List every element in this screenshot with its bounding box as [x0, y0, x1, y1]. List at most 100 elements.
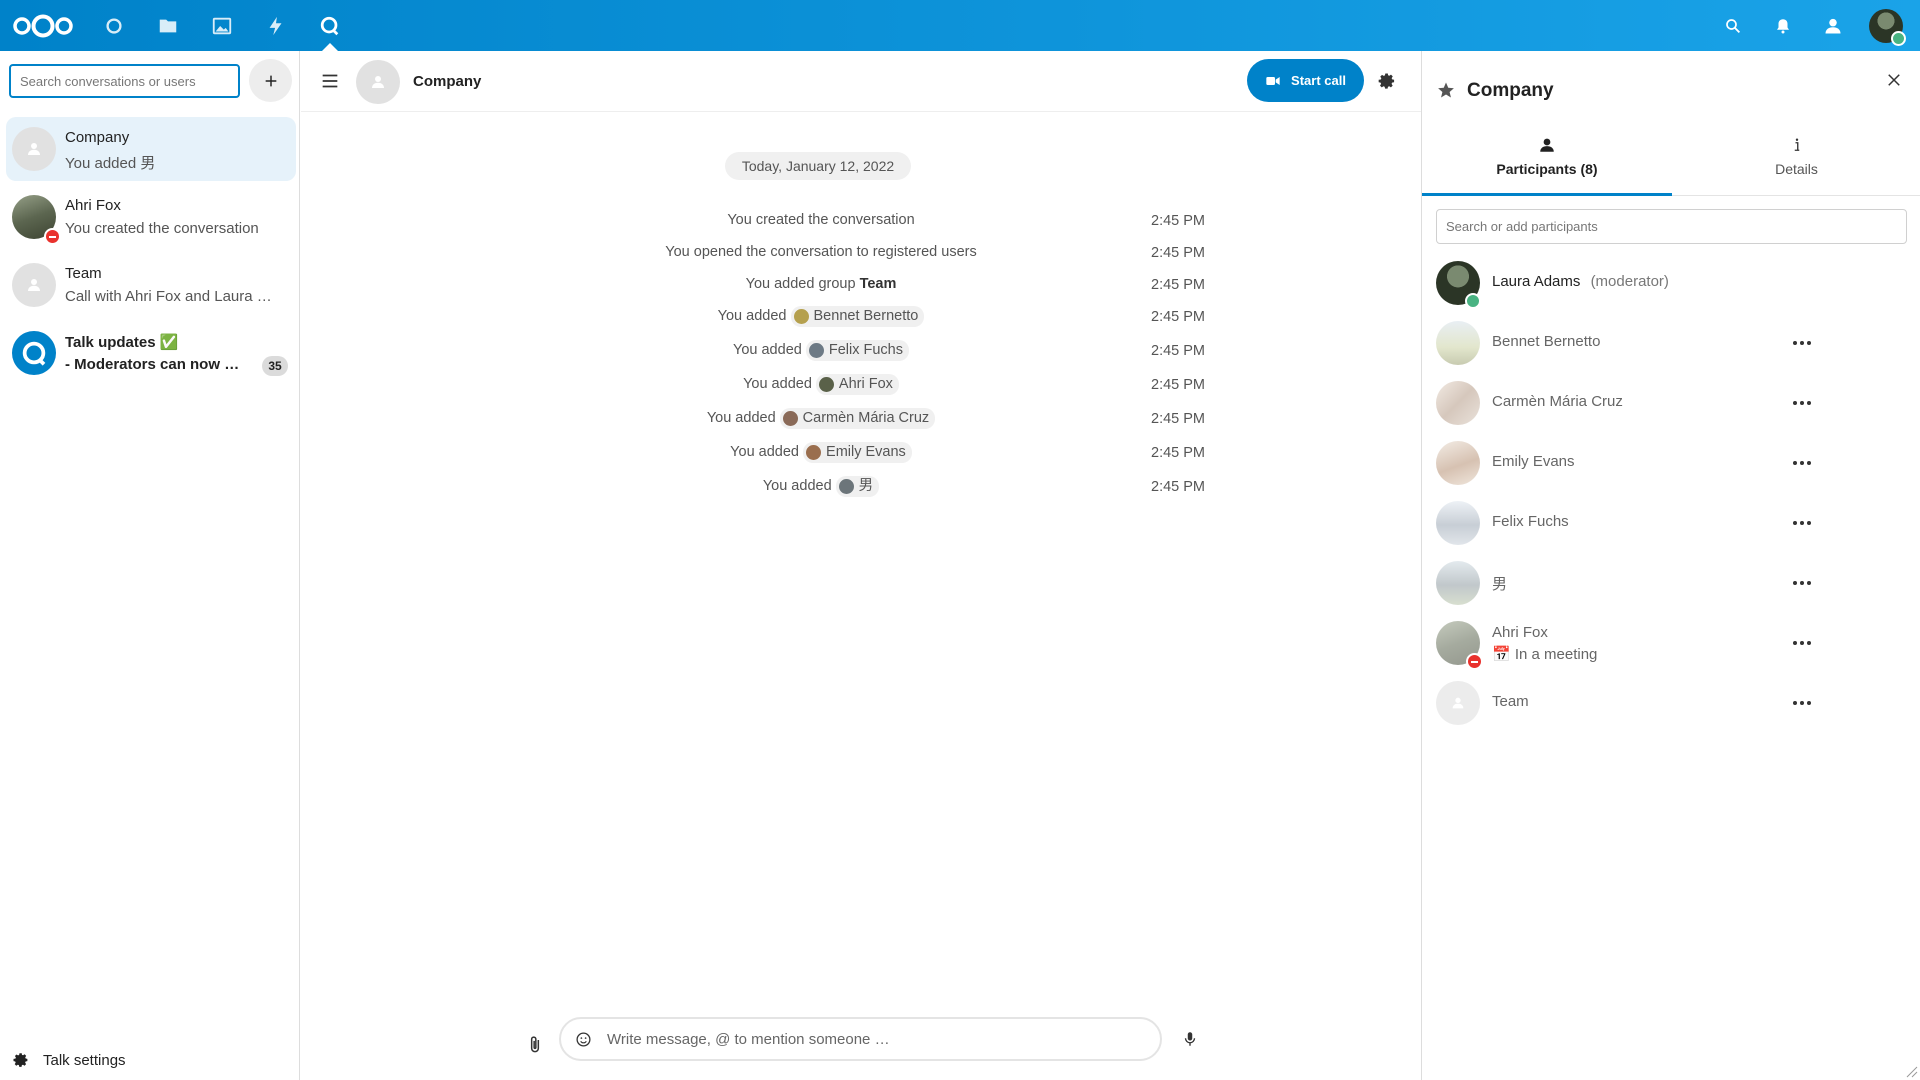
- mention-avatar: [818, 376, 834, 392]
- new-conversation-button[interactable]: [249, 59, 292, 102]
- mention-avatar: [806, 444, 822, 460]
- nextcloud-logo[interactable]: [12, 0, 74, 51]
- more-options-icon[interactable]: [1792, 396, 1812, 410]
- group-icon: [28, 279, 40, 291]
- participant-role: (moderator): [1590, 273, 1669, 290]
- tab-details[interactable]: Details: [1672, 136, 1920, 196]
- group-avatar: [12, 127, 56, 171]
- participant-item[interactable]: Carmèn Mária Cruz: [1422, 374, 1920, 434]
- more-options-icon[interactable]: [1792, 576, 1812, 590]
- search-icon[interactable]: [1720, 0, 1746, 51]
- participant-name: Ahri Fox: [1492, 624, 1548, 641]
- user-avatar[interactable]: [1868, 0, 1906, 51]
- participant-name: Carmèn Mária Cruz: [1492, 393, 1623, 410]
- conversation-list-panel: Company You added 男 Ahri Fox You created…: [0, 51, 300, 1080]
- conversation-name: Talk updates ✅: [65, 334, 179, 351]
- dashboard-icon[interactable]: [100, 0, 128, 51]
- user-mention-chip[interactable]: Bennet Bernetto: [790, 305, 925, 327]
- contacts-icon[interactable]: [1820, 0, 1846, 51]
- group-icon: [28, 143, 40, 155]
- tab-details-label: Details: [1775, 161, 1818, 177]
- group-avatar: [1436, 681, 1480, 725]
- more-options-icon[interactable]: [1792, 336, 1812, 350]
- participant-name: Bennet Bernetto: [1492, 333, 1601, 350]
- message-input[interactable]: Write message, @ to mention someone …: [559, 1017, 1162, 1061]
- conversation-sidebar: Company Participants (8) Details Laura A…: [1421, 51, 1920, 1080]
- do-not-disturb-icon: [44, 228, 61, 245]
- user-mention-chip[interactable]: Ahri Fox: [815, 373, 899, 395]
- more-options-icon[interactable]: [1792, 456, 1812, 470]
- conversation-item-team[interactable]: Team Call with Ahri Fox and Laura …: [6, 253, 296, 317]
- gear-icon[interactable]: [1377, 71, 1397, 91]
- activity-icon[interactable]: [262, 0, 290, 51]
- conversation-name: Team: [65, 265, 102, 282]
- participant-name: Laura Adams (moderator): [1492, 273, 1669, 290]
- user-mention-chip[interactable]: Carmèn Mária Cruz: [779, 407, 936, 429]
- search-conversations-input[interactable]: [9, 64, 240, 98]
- participant-avatar: [1436, 501, 1480, 545]
- system-message: You added Bennet Bernetto: [531, 303, 1111, 329]
- close-icon[interactable]: [1885, 71, 1903, 89]
- participant-avatar: [1436, 561, 1480, 605]
- conversation-item-talk-updates[interactable]: Talk updates ✅ - Moderators can now as… …: [6, 321, 296, 385]
- participant-status: 📅 In a meeting: [1492, 646, 1598, 663]
- message-time: 2:45 PM: [1151, 245, 1205, 261]
- emoji-icon[interactable]: [575, 1031, 592, 1048]
- files-icon[interactable]: [154, 0, 182, 51]
- participant-item[interactable]: Felix Fuchs: [1422, 494, 1920, 554]
- date-separator: Today, January 12, 2022: [725, 152, 911, 180]
- menu-icon[interactable]: [319, 70, 341, 92]
- participant-item[interactable]: Ahri Fox 📅 In a meeting: [1422, 614, 1920, 674]
- sidebar-title: Company: [1467, 80, 1554, 101]
- start-call-button[interactable]: Start call: [1247, 59, 1364, 102]
- conversation-item-ahri-fox[interactable]: Ahri Fox You created the conversation: [6, 185, 296, 249]
- photos-icon[interactable]: [208, 0, 236, 51]
- conversation-item-company[interactable]: Company You added 男: [6, 117, 296, 181]
- group-avatar: [12, 263, 56, 307]
- mention-avatar: [782, 410, 798, 426]
- participant-item[interactable]: Laura Adams (moderator): [1422, 254, 1920, 314]
- participant-name: Felix Fuchs: [1492, 513, 1569, 530]
- participant-avatar: [1436, 321, 1480, 365]
- do-not-disturb-icon: [1466, 653, 1483, 670]
- search-participants-input[interactable]: [1436, 209, 1907, 244]
- tab-participants[interactable]: Participants (8): [1422, 136, 1672, 196]
- microphone-icon[interactable]: [1181, 1030, 1199, 1048]
- message-time: 2:45 PM: [1151, 213, 1205, 229]
- paperclip-icon[interactable]: [525, 1035, 545, 1055]
- conversation-preview: You added 男: [65, 155, 156, 172]
- notifications-icon[interactable]: [1770, 0, 1796, 51]
- participant-avatar: [1436, 381, 1480, 425]
- mention-avatar: [793, 308, 809, 324]
- plus-icon: [265, 75, 276, 86]
- system-message: You added Felix Fuchs: [531, 337, 1111, 363]
- participant-item[interactable]: Team: [1422, 674, 1920, 734]
- participant-item[interactable]: Bennet Bernetto: [1422, 314, 1920, 374]
- start-call-label: Start call: [1291, 73, 1346, 88]
- gear-icon: [13, 1053, 28, 1067]
- conversation-title[interactable]: Company: [413, 73, 481, 90]
- star-icon[interactable]: [1437, 81, 1455, 99]
- conversation-preview: - Moderators can now as…: [65, 356, 245, 373]
- participant-item[interactable]: 男: [1422, 554, 1920, 614]
- message-time: 2:45 PM: [1151, 343, 1205, 359]
- message-time: 2:45 PM: [1151, 277, 1205, 293]
- resize-handle-icon[interactable]: [1906, 1066, 1918, 1078]
- message-time: 2:45 PM: [1151, 479, 1205, 495]
- message-composer: Write message, @ to mention someone …: [301, 1017, 1421, 1077]
- more-options-icon[interactable]: [1792, 636, 1812, 650]
- user-mention-chip[interactable]: Emily Evans: [803, 441, 912, 463]
- participants-icon: [1540, 138, 1554, 152]
- chat-header: Company Start call: [301, 51, 1421, 112]
- talk-settings-label: Talk settings: [43, 1051, 126, 1069]
- participant-item[interactable]: Emily Evans: [1422, 434, 1920, 494]
- participant-name: Team: [1492, 693, 1529, 710]
- user-mention-chip[interactable]: Felix Fuchs: [805, 339, 909, 361]
- active-app-indicator: [322, 43, 338, 51]
- user-mention-chip[interactable]: 男: [835, 475, 880, 497]
- message-time: 2:45 PM: [1151, 411, 1205, 427]
- more-options-icon[interactable]: [1792, 696, 1812, 710]
- talk-settings-button[interactable]: Talk settings: [12, 1044, 126, 1076]
- more-options-icon[interactable]: [1792, 516, 1812, 530]
- group-icon: [372, 76, 384, 88]
